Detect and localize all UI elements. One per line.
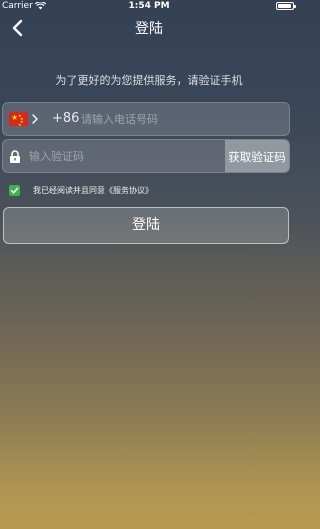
code-field: 获取验证码 — [2, 139, 290, 173]
phone-input[interactable] — [81, 109, 281, 129]
chevron-right-icon[interactable] — [30, 112, 40, 126]
verification-hint: 为了更好的为您提供服务，请验证手机 — [55, 74, 243, 87]
checkmark-icon — [10, 187, 19, 194]
status-time: 1:54 PM — [128, 1, 170, 11]
lock-icon — [10, 150, 20, 163]
status-bar: Carrier 1:54 PM — [0, 0, 298, 12]
agreement-checkbox[interactable] — [9, 185, 20, 196]
china-flag-icon[interactable]: ★ ★ ★ ★ ★ — [9, 112, 28, 126]
page-title: 登陆 — [135, 21, 163, 37]
country-code: +86 — [52, 111, 80, 126]
battery-level — [278, 4, 292, 8]
agreement-text[interactable]: 我已经阅读并且同意《服务协议》 — [33, 185, 153, 196]
login-button[interactable]: 登陆 — [3, 207, 289, 244]
verification-code-input[interactable] — [29, 146, 219, 166]
agreement-row: 我已经阅读并且同意《服务协议》 — [9, 185, 153, 196]
get-code-button[interactable]: 获取验证码 — [225, 140, 289, 172]
phone-field: ★ ★ ★ ★ ★ +86 — [2, 102, 290, 136]
nav-bar: 登陆 — [0, 12, 298, 44]
battery-icon — [276, 2, 296, 10]
flag-small-star: ★ — [18, 122, 22, 126]
